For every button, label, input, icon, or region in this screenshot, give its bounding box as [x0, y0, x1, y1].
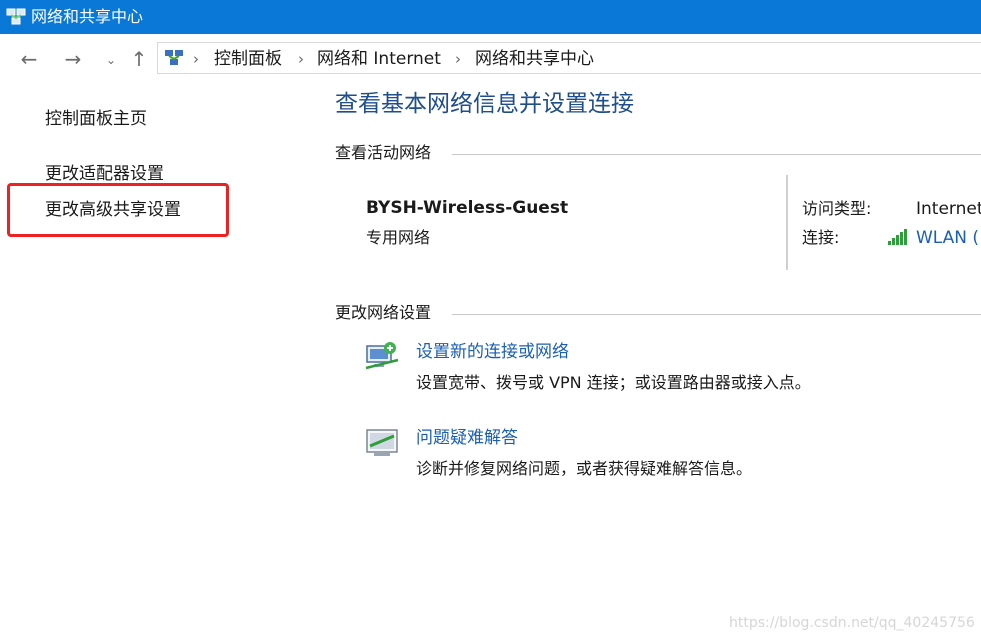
breadcrumb-control-panel[interactable]: 控制面板 — [214, 49, 282, 69]
vertical-divider — [786, 175, 788, 270]
access-type-value: Internet — [916, 199, 981, 219]
troubleshoot-problems-description: 诊断并修复网络问题，或者获得疑难解答信息。 — [416, 459, 753, 478]
network-type[interactable]: 专用网络 — [366, 228, 430, 248]
section-divider — [452, 154, 981, 155]
change-network-settings-heading: 更改网络设置 — [335, 303, 432, 322]
window-title: 网络和共享中心 — [31, 7, 144, 26]
page-title: 查看基本网络信息并设置连接 — [335, 91, 634, 117]
access-type-label: 访问类型: — [802, 199, 872, 218]
title-bar: 网络和共享中心 — [0, 0, 981, 34]
wlan-connection-link[interactable]: WLAN ( — [916, 228, 979, 248]
address-box[interactable]: › 控制面板 › 网络和 Internet › 网络和共享中心 — [157, 42, 981, 74]
recent-locations-chevron-icon[interactable]: ⌄ — [100, 49, 122, 71]
highlight-annotation — [7, 183, 229, 237]
troubleshoot-icon — [366, 429, 398, 456]
back-arrow-icon[interactable]: ← — [18, 48, 40, 70]
sidebar-link-change-adapter-settings[interactable]: 更改适配器设置 — [45, 163, 164, 185]
watermark-text: https://blog.csdn.net/qq_40245756 — [729, 615, 975, 631]
breadcrumb-separator-icon: › — [193, 50, 199, 68]
wifi-signal-icon — [888, 229, 907, 245]
new-connection-icon — [365, 342, 399, 370]
network-center-icon — [6, 8, 26, 25]
forward-arrow-icon[interactable]: → — [62, 48, 84, 70]
troubleshoot-problems-link[interactable]: 问题疑难解答 — [416, 427, 518, 449]
network-name: BYSH-Wireless-Guest — [366, 198, 569, 218]
navigation-bar: ← → ⌄ ↑ › 控制面板 › 网络和 Internet › 网络和共享中心 — [0, 34, 981, 84]
breadcrumb-network-internet[interactable]: 网络和 Internet — [317, 49, 441, 69]
active-networks-heading: 查看活动网络 — [335, 143, 432, 162]
sidebar-link-control-panel-home[interactable]: 控制面板主页 — [45, 108, 147, 130]
section-divider — [452, 314, 981, 315]
breadcrumb-separator-icon: › — [455, 50, 461, 68]
control-panel-icon — [165, 50, 183, 65]
setup-new-connection-description: 设置宽带、拨号或 VPN 连接；或设置路由器或接入点。 — [416, 373, 811, 392]
setup-new-connection-link[interactable]: 设置新的连接或网络 — [416, 341, 569, 363]
up-arrow-icon[interactable]: ↑ — [128, 48, 150, 70]
connections-label: 连接: — [802, 228, 840, 247]
breadcrumb-separator-icon: › — [298, 50, 304, 68]
breadcrumb-network-sharing-center[interactable]: 网络和共享中心 — [475, 49, 594, 69]
